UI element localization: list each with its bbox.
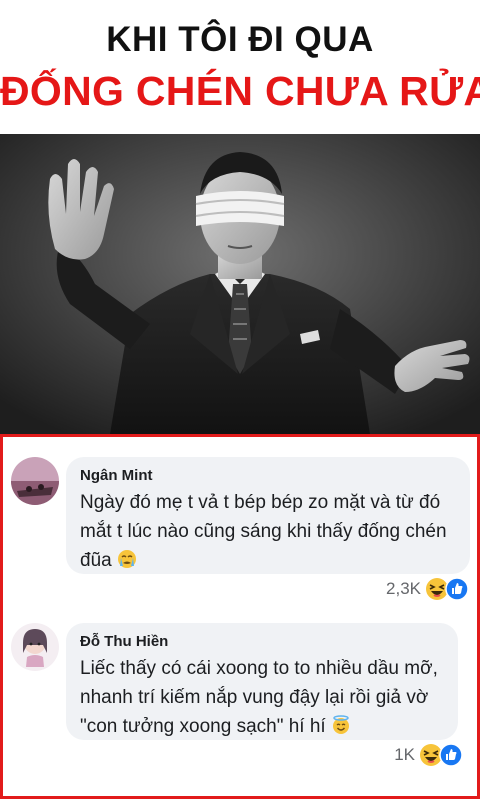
reaction-summary[interactable]: 1K <box>394 743 463 767</box>
meme-header: KHI TÔI ĐI QUA ĐỐNG CHÉN CHƯA RỬA <box>0 0 480 134</box>
comment-line: Liếc thấy có cái xoong to to nhiều dầu m… <box>80 658 438 679</box>
comment-line: đũa <box>80 550 112 571</box>
comment-line: mắt t lúc nào cũng sáng khi thấy đống ch… <box>80 521 447 542</box>
avatar[interactable] <box>11 623 59 671</box>
smiling-face-with-halo-icon <box>332 715 349 734</box>
meme-title-line-2: ĐỐNG CHÉN CHƯA RỬA <box>0 68 480 114</box>
reaction-count: 1K <box>394 745 415 764</box>
avatar-image-icon <box>11 457 59 505</box>
avatar-image-icon <box>11 623 59 671</box>
like-reaction-icon <box>439 743 463 767</box>
comment-line: Ngày đó mẹ t vả t bép bép zo mặt và từ đ… <box>80 492 441 513</box>
reaction-count: 2,3K <box>386 579 421 598</box>
avatar[interactable] <box>11 457 59 505</box>
comment-line: "con tưởng xoong sạch" hí hí <box>80 716 326 737</box>
crying-face-icon <box>117 550 136 568</box>
like-reaction-icon <box>445 577 469 601</box>
comment-author[interactable]: Đỗ Thu Hiền <box>80 633 168 650</box>
blindfolded-man-photo <box>0 134 480 434</box>
comment-author[interactable]: Ngân Mint <box>80 467 153 484</box>
comment-bubble: Ngân Mint Ngày đó mẹ t vả t bép bép zo m… <box>66 457 470 574</box>
comments-section: Ngân Mint Ngày đó mẹ t vả t bép bép zo m… <box>0 434 480 799</box>
comment-line: nhanh trí kiếm nắp vung đậy lại rồi giả … <box>80 687 429 708</box>
reaction-summary[interactable]: 2,3K <box>386 577 469 601</box>
comment-text: Liếc thấy có cái xoong to to nhiều dầu m… <box>80 654 455 741</box>
meme-title-line-1: KHI TÔI ĐI QUA <box>106 20 374 59</box>
comment-text: Ngày đó mẹ t vả t bép bép zo mặt và từ đ… <box>80 488 465 575</box>
comment-bubble: Đỗ Thu Hiền Liếc thấy có cái xoong to to… <box>66 623 458 740</box>
